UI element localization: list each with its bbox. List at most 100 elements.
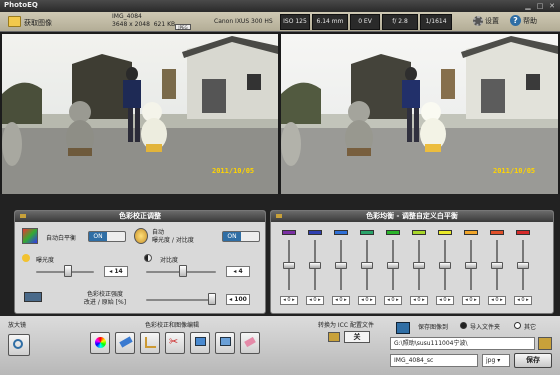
eq-channel-value[interactable]: ◂ 0 ▸ [514, 296, 532, 305]
eq-channel-value[interactable]: ◂ 0 ▸ [410, 296, 428, 305]
camera-model: Canon IXUS 300 HS [214, 18, 273, 25]
minimize-icon[interactable]: ▁ [524, 2, 532, 10]
eq-channel-color [412, 230, 426, 235]
eq-channel-color [282, 230, 296, 235]
magnifier-button[interactable] [8, 334, 30, 356]
eq-channel-thumb[interactable] [387, 262, 399, 269]
date-stamp: 2011/10/05 [212, 167, 255, 175]
folder-open-icon[interactable] [8, 16, 21, 27]
resize-tool[interactable] [190, 332, 210, 354]
white-balance-icon [22, 228, 38, 244]
eq-channel-thumb[interactable] [465, 262, 477, 269]
maximize-icon[interactable]: □ [536, 2, 544, 10]
eq-channel-color [438, 230, 452, 235]
other-radio[interactable] [514, 322, 521, 329]
rotate-icon [220, 337, 231, 346]
format-select[interactable]: jpg ▾ [482, 354, 510, 367]
settings-button[interactable]: 设置 [485, 16, 499, 26]
auto-exposure-toggle[interactable]: ON [222, 231, 260, 242]
eq-channel-thumb[interactable] [491, 262, 503, 269]
panel-folder-icon[interactable] [20, 214, 26, 218]
icc-label: 转换为 ICC 配置文件 [318, 322, 374, 329]
eq-channel-color [386, 230, 400, 235]
eq-channel-value[interactable]: ◂ 0 ▸ [436, 296, 454, 305]
contrast-label: 对比度 [160, 257, 179, 264]
corrected-photo: 2011/10/05 [281, 34, 558, 194]
zoom-label: 放大镜 [8, 322, 27, 329]
save-to-label: 保存图像到 [418, 324, 449, 331]
auto-wb-state: ON [89, 232, 107, 241]
crop-tool[interactable] [140, 332, 160, 354]
strength-label: 色彩校正强度 改进 / 原始 [%] [83, 291, 127, 306]
eq-channel-thumb[interactable] [413, 262, 425, 269]
color-wheel-tool[interactable] [90, 332, 110, 354]
exposure-slider-thumb[interactable] [64, 265, 72, 277]
crop-icon [145, 337, 156, 348]
eq-folder-icon[interactable] [276, 214, 282, 218]
icc-folder-icon[interactable] [328, 332, 340, 342]
auto-exposure-state: ON [223, 232, 241, 241]
exposure-value[interactable]: ◂ 14 [104, 266, 128, 277]
eraser-icon [244, 336, 256, 348]
brush-tool[interactable] [115, 332, 135, 354]
eq-channel-value[interactable]: ◂ 0 ▸ [332, 296, 350, 305]
eq-channel-thumb[interactable] [361, 262, 373, 269]
scissors-icon: ✂ [169, 335, 179, 348]
edit-label: 色彩校正和图像编辑 [145, 322, 200, 329]
eq-channel-value[interactable]: ◂ 0 ▸ [488, 296, 506, 305]
eq-channel-thumb[interactable] [309, 262, 321, 269]
import-folder-radio[interactable] [460, 322, 467, 329]
title-bar [0, 0, 560, 12]
eq-channel-value[interactable]: ◂ 0 ▸ [462, 296, 480, 305]
eq-channel-color [308, 230, 322, 235]
eq-channel-thumb[interactable] [283, 262, 295, 269]
sun-icon [22, 254, 30, 262]
eq-channel-thumb[interactable] [439, 262, 451, 269]
icc-toggle[interactable]: 关 [344, 331, 370, 343]
eq-channel-value[interactable]: ◂ 0 ▸ [358, 296, 376, 305]
eq-channel-color [516, 230, 530, 235]
eq-channel-color [464, 230, 478, 235]
contrast-slider-thumb[interactable] [178, 265, 187, 277]
rotate-tool[interactable] [215, 332, 235, 354]
eq-channel-color [360, 230, 374, 235]
color-correction-title: 色彩校正调整 [15, 211, 265, 222]
auto-wb-toggle[interactable]: ON [88, 231, 126, 242]
import-folder-label: 导入文件夹 [470, 324, 501, 331]
image-filesize: 621 KB [153, 21, 176, 28]
auto-exposure-label: 自动 曝光度 / 对比度 [152, 229, 194, 244]
open-image-button[interactable]: 获取图像 [24, 18, 52, 28]
eq-channel-value[interactable]: ◂ 0 ▸ [306, 296, 324, 305]
exposure-ev: 0 EV [350, 14, 380, 30]
close-icon[interactable]: ✕ [548, 2, 556, 10]
strength-slider[interactable] [146, 299, 216, 301]
save-button[interactable]: 保存 [514, 353, 552, 368]
eq-channel-color [490, 230, 504, 235]
save-filename-field[interactable]: IMG_4084_sc [390, 354, 478, 367]
format-select-value: jpg [486, 357, 496, 364]
image-dimensions: 3648 x 2048 [112, 21, 150, 28]
gear-icon[interactable] [473, 16, 483, 26]
eq-channel-value[interactable]: ◂ 0 ▸ [280, 296, 298, 305]
resize-icon [195, 337, 206, 346]
eq-channel-thumb[interactable] [517, 262, 529, 269]
help-icon[interactable]: ? [510, 15, 521, 26]
save-to-icon [396, 322, 410, 334]
date-stamp-corrected: 2011/10/05 [493, 167, 536, 175]
original-photo: 2011/10/05 [2, 34, 278, 194]
contrast-icon [144, 254, 152, 262]
strength-slider-thumb[interactable] [208, 293, 216, 305]
magnifier-icon [13, 339, 23, 349]
help-button[interactable]: 帮助 [523, 16, 537, 26]
eq-channel-value[interactable]: ◂ 0 ▸ [384, 296, 402, 305]
image-filename: IMG_4084 [112, 13, 142, 20]
contrast-value[interactable]: ◂ 4 [226, 266, 250, 277]
shutter-speed: 1/1614 [420, 14, 452, 30]
save-path-field[interactable]: G:\照助\susu111004宁波\ [390, 337, 535, 350]
eq-channel-thumb[interactable] [335, 262, 347, 269]
eraser-tool[interactable] [240, 332, 260, 354]
strength-value[interactable]: ◂ 100 [226, 294, 250, 305]
browse-folder-icon[interactable] [538, 337, 552, 350]
cut-tool[interactable]: ✂ [165, 332, 185, 354]
color-wheel-icon [95, 337, 106, 348]
